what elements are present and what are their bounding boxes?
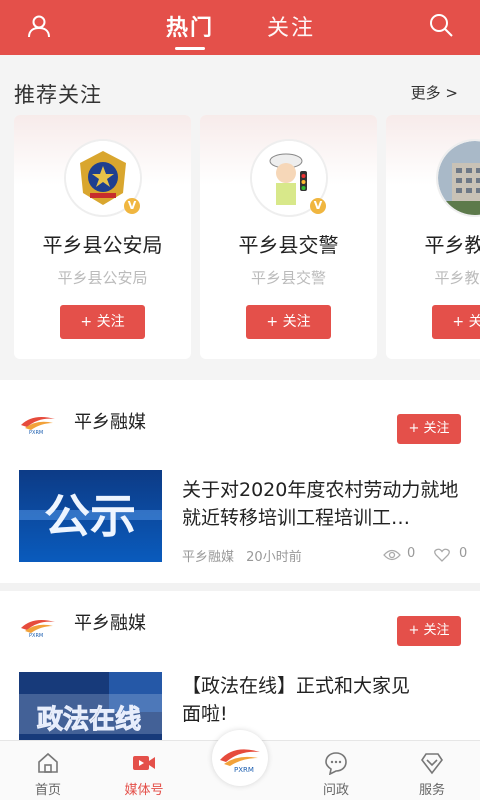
chat-icon (325, 752, 347, 775)
source-follow-button[interactable]: + 关注 (397, 414, 461, 444)
nav-inquiry[interactable]: 问政 (288, 741, 384, 800)
card-name: 平乡教育 (424, 233, 480, 257)
heart-icon[interactable] (434, 548, 450, 562)
nav-service[interactable]: 服务 (384, 741, 480, 800)
tab-follow[interactable]: 关注 (267, 10, 315, 42)
home-icon (38, 752, 58, 773)
source-name[interactable]: 平乡融媒 (74, 609, 146, 635)
tab-hot[interactable]: 热门 (166, 10, 214, 42)
card-name: 平乡县交警 (238, 233, 339, 257)
card-name: 平乡县公安局 (42, 233, 163, 257)
center-logo-button[interactable]: PXRM (212, 730, 268, 786)
header-tabs: 热门 关注 (0, 0, 480, 55)
recommend-card[interactable]: V 平乡县公安局 平乡县公安局 + 关注 (14, 115, 191, 359)
nav-label: 服务 (418, 783, 445, 798)
article-title[interactable]: 关于对2020年度农村劳动力就地就近转移培训工程培训工… (182, 476, 467, 532)
card-follow-button[interactable]: + 关注 (60, 305, 145, 339)
recommend-title: 推荐关注 (14, 83, 102, 107)
thumbnail-text: 公示 (44, 489, 136, 543)
feed-divider (0, 583, 480, 591)
nav-media[interactable]: 媒体号 (96, 741, 192, 800)
search-icon[interactable] (428, 12, 454, 38)
nav-label: 首页 (34, 783, 61, 798)
card-follow-button[interactable]: + 关注 (432, 305, 480, 339)
verified-badge-icon: V (124, 198, 140, 214)
top-header: 热门 关注 (0, 0, 480, 55)
center-logo-icon: PXRM (220, 749, 260, 774)
recommend-section: 推荐关注 更多 > V 平乡县公安局 平乡县公安局 + 关注 V 平乡县交警 平… (0, 55, 480, 380)
app: 热门 关注 推荐关注 更多 > V 平乡县公安局 平乡县公安局 + 关注 V 平… (0, 0, 480, 800)
like-count: 0 (459, 546, 468, 561)
article-meta: 平乡融媒 20小时前 (182, 546, 302, 565)
pxrm-logo-icon: PXRM (21, 417, 55, 435)
recommend-card[interactable]: V 平乡县交警 平乡县交警 + 关注 (200, 115, 377, 359)
source-follow-button[interactable]: + 关注 (397, 616, 461, 646)
video-icon (133, 756, 155, 770)
view-count: 0 (407, 546, 416, 561)
article-title[interactable]: 【政法在线】正式和大家见面啦! (182, 672, 422, 728)
more-link[interactable]: 更多 > (411, 82, 458, 103)
thumbnail-text: 政法在线 (37, 704, 141, 735)
active-tab-indicator (175, 47, 205, 50)
nav-home[interactable]: 首页 (0, 741, 96, 800)
article-thumbnail[interactable]: 公示 (19, 470, 162, 562)
verified-badge-icon: V (310, 198, 326, 214)
card-subtitle: 平乡县交警 (250, 269, 326, 287)
svg-text:PXRM: PXRM (234, 766, 254, 774)
card-subtitle: 平乡县公安局 (57, 269, 148, 287)
eye-icon (383, 549, 401, 561)
card-subtitle: 平乡教育 (434, 269, 480, 287)
source-name[interactable]: 平乡融媒 (74, 408, 146, 434)
svg-text:PXRM: PXRM (29, 430, 43, 435)
diamond-icon (421, 753, 443, 775)
svg-text:PXRM: PXRM (29, 633, 43, 638)
pxrm-logo-icon: PXRM (21, 620, 55, 638)
nav-label: 问政 (322, 783, 349, 798)
meta-time: 20小时前 (246, 550, 302, 565)
meta-source: 平乡融媒 (182, 550, 235, 565)
recommend-card[interactable]: 平乡教育 平乡教育 + 关注 (386, 115, 480, 359)
feed-list: PXRM 平乡融媒 + 关注 公示 关于对2020年度农村劳动力就地就近转移培训… (0, 380, 480, 764)
card-follow-button[interactable]: + 关注 (246, 305, 331, 339)
nav-label: 媒体号 (124, 783, 164, 798)
